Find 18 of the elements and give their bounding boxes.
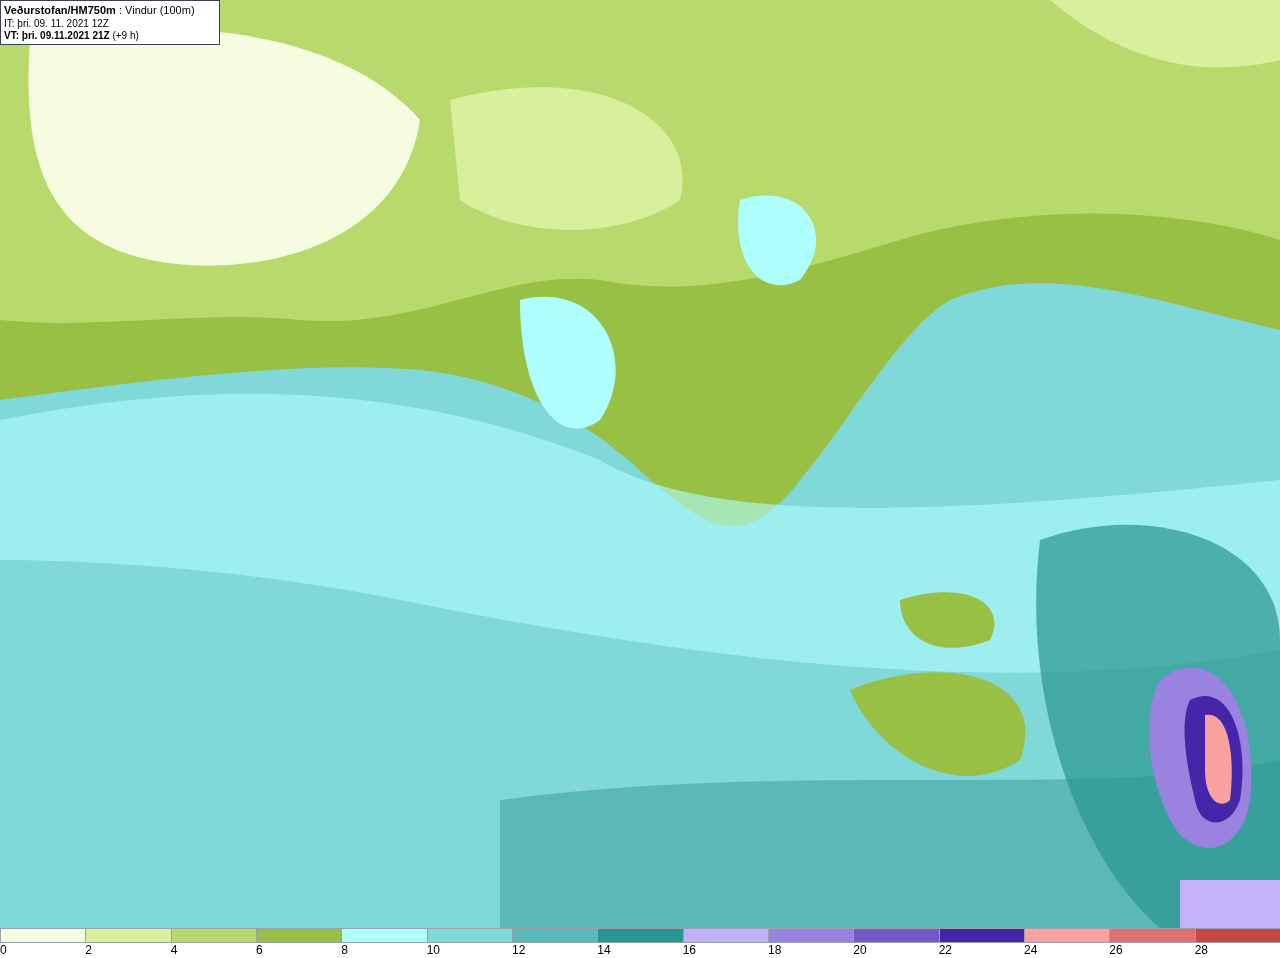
valid-time: VT: þri. 09.11.2021 21Z (+9 h) [4, 30, 140, 42]
legend-label: 6 [256, 943, 263, 957]
legend-label: 16 [682, 943, 696, 957]
legend-label: 22 [938, 943, 952, 957]
legend-label: 14 [597, 943, 611, 957]
legend-label: 2 [85, 943, 92, 957]
legend-label: 26 [1109, 943, 1123, 957]
legend-label: 8 [341, 943, 348, 957]
legend-label: 0 [0, 943, 7, 957]
legend-label: 18 [768, 943, 782, 957]
legend-label: 20 [853, 943, 867, 957]
initial-time: IT: þri. 09. 11. 2021 12Z [4, 18, 110, 30]
legend-label: 28 [1194, 943, 1208, 957]
legend-label: 4 [170, 943, 178, 957]
legend-label: 10 [426, 943, 440, 957]
legend-label: 24 [1024, 943, 1038, 957]
legend-label: 12 [512, 943, 526, 957]
map-title: Veðurstofan/HM750m : Vindur (100m) [4, 3, 196, 18]
